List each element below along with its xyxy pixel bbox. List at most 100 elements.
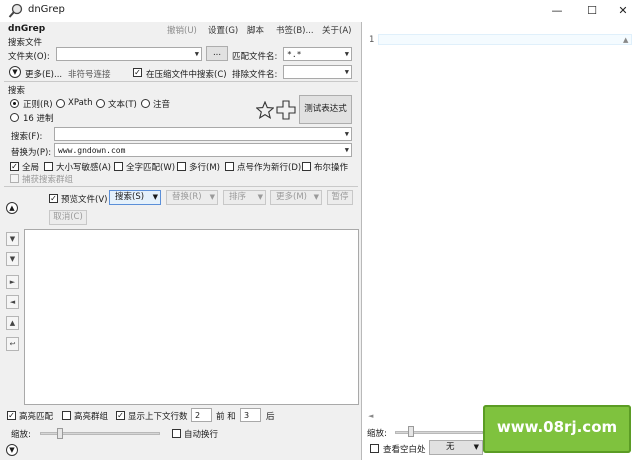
highlight-matches-checkbox[interactable]: ✓ bbox=[7, 411, 16, 420]
boolean-operators-label: 布尔操作 bbox=[314, 163, 349, 173]
menu-settings[interactable]: 设置(G) bbox=[208, 24, 238, 36]
preview-pane bbox=[363, 22, 640, 460]
chevron-down-icon: ▼ bbox=[344, 146, 349, 154]
multiline-label: 多行(M) bbox=[189, 163, 220, 173]
window-title: dnGrep bbox=[28, 4, 65, 15]
view-whitespace-checkbox[interactable] bbox=[370, 444, 379, 453]
menu-undo[interactable]: 撤销(U) bbox=[167, 24, 197, 36]
highlight-groups-label: 高亮群组 bbox=[74, 412, 109, 422]
radio-regex-label: 正则(R) bbox=[23, 100, 53, 110]
menu-about[interactable]: 关于(A) bbox=[322, 24, 351, 36]
whole-word-checkbox[interactable] bbox=[114, 162, 123, 171]
global-label: 全局 bbox=[22, 163, 40, 173]
star-icon[interactable] bbox=[256, 101, 274, 119]
show-context-checkbox[interactable]: ✓ bbox=[116, 411, 125, 420]
scroll-up-icon[interactable]: ▲ bbox=[623, 36, 628, 44]
more-options-link[interactable]: 更多(E)... bbox=[25, 68, 62, 80]
radio-phonetic-label: 注音 bbox=[153, 100, 171, 110]
radio-phonetic[interactable] bbox=[141, 99, 150, 108]
search-section: 搜索 bbox=[8, 86, 26, 96]
expand-bottom-icon[interactable]: ▼ bbox=[6, 444, 18, 456]
folder-input[interactable]: ▼ bbox=[56, 47, 202, 61]
scroll-left-icon[interactable]: ◄ bbox=[368, 412, 373, 420]
word-wrap-checkbox[interactable] bbox=[172, 429, 181, 438]
whole-word-label: 全字匹配(W) bbox=[126, 163, 176, 173]
test-expression-button[interactable]: 测试表达式 bbox=[299, 95, 352, 124]
expand-more-icon[interactable]: ▼ bbox=[9, 66, 21, 78]
previous-file-icon[interactable]: ▲ bbox=[6, 316, 19, 330]
case-sensitive-checkbox[interactable] bbox=[44, 162, 53, 171]
boolean-operators-checkbox[interactable] bbox=[302, 162, 311, 171]
chevron-down-icon: ▼ bbox=[344, 50, 349, 58]
expand-all-icon[interactable]: ▼ bbox=[6, 232, 19, 246]
collapse-up-icon[interactable]: ▲ bbox=[6, 202, 18, 214]
replace-with-label: 替换为(P): bbox=[11, 148, 52, 158]
cancel-button[interactable]: 取消(C) bbox=[49, 210, 87, 225]
app-name: dnGrep bbox=[8, 24, 46, 34]
browse-button[interactable]: ... bbox=[206, 46, 228, 61]
results-tree[interactable] bbox=[24, 229, 359, 405]
divider bbox=[4, 186, 358, 187]
next-match-icon[interactable]: ► bbox=[6, 275, 19, 289]
preview-zoom-label: 缩放: bbox=[367, 429, 387, 439]
highlight-groups-checkbox[interactable] bbox=[62, 411, 71, 420]
context-before-input[interactable]: 2 bbox=[191, 408, 212, 422]
chevron-down-icon: ▼ bbox=[344, 68, 349, 76]
show-context-label: 显示上下文行数 bbox=[128, 412, 188, 422]
replace-button[interactable]: 替换(R) ▼ bbox=[166, 190, 218, 205]
preview-file-checkbox[interactable]: ✓ bbox=[49, 194, 58, 203]
dot-newline-checkbox[interactable] bbox=[225, 162, 234, 171]
editor-current-line[interactable] bbox=[378, 34, 632, 45]
view-whitespace-label: 查看空白处 bbox=[383, 445, 426, 455]
zoom-label: 缩放: bbox=[11, 430, 31, 440]
pause-button[interactable]: 暂停 bbox=[327, 190, 353, 205]
undo-icon[interactable]: ↩ bbox=[6, 337, 19, 351]
chevron-down-icon: ▼ bbox=[473, 443, 479, 451]
preview-file-label: 预览文件(V) bbox=[61, 195, 108, 205]
search-input[interactable]: ▼ bbox=[54, 127, 352, 141]
sort-button[interactable]: 排序 ▼ bbox=[223, 190, 266, 205]
archive-search-label: 在压缩文件中搜索(C) bbox=[146, 70, 227, 80]
preview-zoom-slider-thumb[interactable] bbox=[408, 426, 414, 437]
search-files-section: 搜索文件 bbox=[8, 38, 43, 48]
chevron-down-icon: ▼ bbox=[313, 193, 319, 201]
radio-regex[interactable] bbox=[10, 99, 19, 108]
non-symlink-label: 非符号连接 bbox=[68, 70, 111, 80]
exclude-filename-input[interactable]: ▼ bbox=[283, 65, 352, 79]
syntax-select[interactable]: 无 ▼ bbox=[429, 440, 483, 455]
zoom-slider-thumb[interactable] bbox=[57, 428, 63, 439]
highlight-matches-label: 高亮匹配 bbox=[19, 412, 54, 422]
context-after-input[interactable]: 3 bbox=[240, 408, 261, 422]
minimize-button[interactable]: — bbox=[540, 2, 574, 20]
chevron-down-icon: ▼ bbox=[152, 193, 158, 201]
radio-hex[interactable] bbox=[10, 113, 19, 122]
word-wrap-label: 自动换行 bbox=[184, 430, 219, 440]
global-checkbox[interactable]: ✓ bbox=[10, 162, 19, 171]
capture-group-checkbox[interactable] bbox=[10, 174, 19, 183]
multiline-checkbox[interactable] bbox=[177, 162, 186, 171]
menu-bookmarks[interactable]: 书签(B)... bbox=[276, 24, 314, 36]
magnifier-app-icon bbox=[8, 3, 23, 18]
divider bbox=[4, 81, 358, 82]
radio-text[interactable] bbox=[96, 99, 105, 108]
search-button[interactable]: 搜索(S) ▼ bbox=[109, 190, 161, 205]
menu-scripts[interactable]: 脚本 bbox=[247, 24, 264, 36]
folder-label: 文件夹(O): bbox=[8, 52, 50, 62]
chevron-down-icon: ▼ bbox=[344, 130, 349, 138]
radio-xpath[interactable] bbox=[56, 99, 65, 108]
next-file-icon[interactable]: ▼ bbox=[6, 252, 19, 266]
replace-input[interactable]: www.gndown.com ▼ bbox=[54, 143, 352, 157]
match-filename-input[interactable]: *.* ▼ bbox=[283, 47, 352, 61]
close-button[interactable]: ✕ bbox=[606, 2, 640, 20]
plus-icon[interactable] bbox=[276, 100, 296, 120]
title-bar: dnGrep — ☐ ✕ bbox=[0, 0, 640, 22]
radio-text-label: 文本(T) bbox=[108, 100, 137, 110]
archive-search-checkbox[interactable]: ✓ bbox=[133, 68, 142, 77]
context-after-label: 后 bbox=[266, 412, 275, 422]
search-for-label: 搜索(F): bbox=[11, 132, 43, 142]
more-button[interactable]: 更多(M) ▼ bbox=[270, 190, 322, 205]
maximize-button[interactable]: ☐ bbox=[575, 2, 609, 20]
chevron-down-icon: ▼ bbox=[194, 50, 199, 58]
capture-group-label: 捕获搜索群组 bbox=[22, 175, 74, 185]
previous-match-icon[interactable]: ◄ bbox=[6, 295, 19, 309]
